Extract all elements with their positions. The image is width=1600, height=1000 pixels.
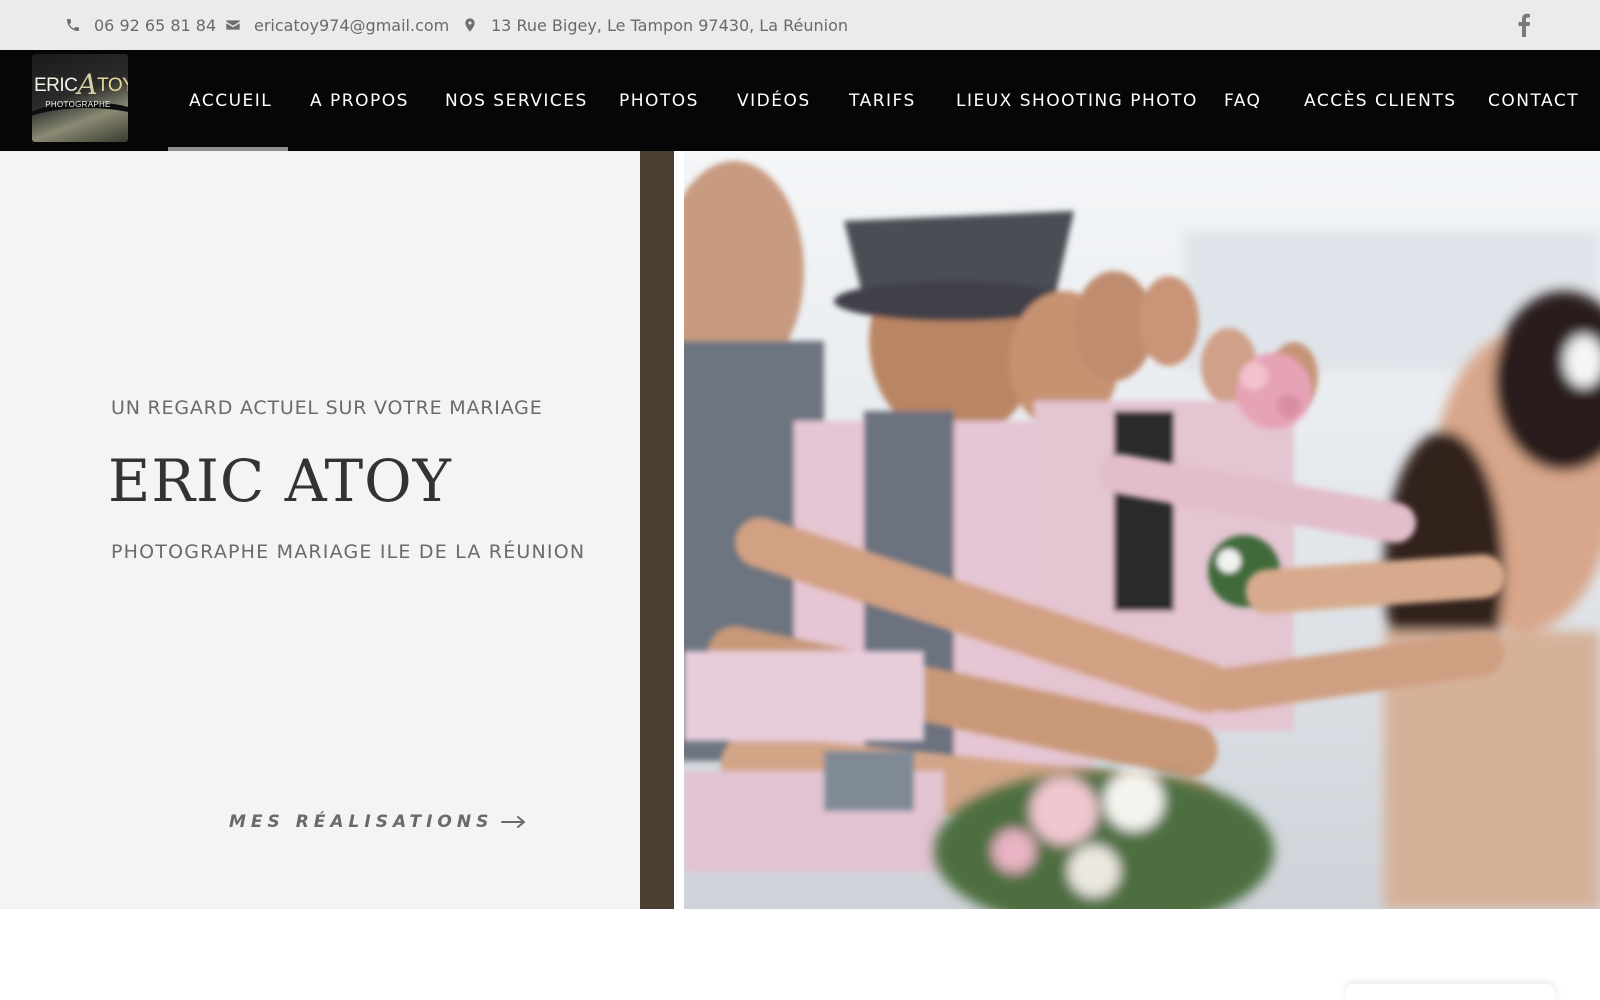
nav-item-contact[interactable]: CONTACT: [1488, 50, 1579, 151]
nav-item-faq[interactable]: FAQ: [1224, 50, 1261, 151]
envelope-icon: [224, 16, 242, 34]
wedding-photo-illustration: [684, 151, 1600, 909]
nav-item-photos[interactable]: PHOTOS: [619, 50, 699, 151]
hero-subtitle: PHOTOGRAPHE MARIAGE ILE DE LA RÉUNION: [111, 541, 586, 563]
nav-item-acces-clients[interactable]: ACCÈS CLIENTS: [1304, 50, 1457, 151]
nav-item-videos[interactable]: VIDÉOS: [737, 50, 811, 151]
email-contact[interactable]: ericatoy974@gmail.com: [224, 0, 449, 50]
logo-tagline: PHOTOGRAPHE: [45, 100, 111, 109]
hero-accent-bar: [640, 151, 674, 909]
logo-wordmark: ERICATOY: [34, 68, 128, 101]
cta-label: MES RÉALISATIONS: [229, 812, 494, 832]
phone-number: 06 92 65 81 84: [94, 15, 217, 35]
address-text: 13 Rue Bigey, Le Tampon 97430, La Réunio…: [491, 15, 848, 35]
phone-contact[interactable]: 06 92 65 81 84: [64, 0, 216, 50]
wedding-photo: [684, 151, 1600, 909]
email-address: ericatoy974@gmail.com: [254, 15, 450, 35]
hero-text-panel: [0, 151, 640, 909]
nav-item-accueil[interactable]: ACCUEIL: [189, 50, 272, 151]
nav-item-tarifs[interactable]: TARIFS: [849, 50, 916, 151]
site-logo[interactable]: ERICATOY PHOTOGRAPHE: [32, 54, 128, 142]
mes-realisations-link[interactable]: MES RÉALISATIONS: [229, 812, 527, 832]
top-info-bar: 06 92 65 81 84 ericatoy974@gmail.com 13 …: [0, 0, 1600, 50]
nav-item-lieux-shooting-photo[interactable]: LIEUX SHOOTING PHOTO: [956, 50, 1198, 151]
nav-item-nos-services[interactable]: NOS SERVICES: [445, 50, 588, 151]
hero-title: ERIC ATOY: [108, 447, 452, 515]
nav-item-a-propos[interactable]: A PROPOS: [310, 50, 409, 151]
facebook-icon[interactable]: [1512, 10, 1536, 40]
map-pin-icon: [461, 16, 479, 34]
address-contact[interactable]: 13 Rue Bigey, Le Tampon 97430, La Réunio…: [461, 0, 848, 50]
phone-icon: [64, 16, 82, 34]
hero-divider: [674, 151, 684, 909]
floating-widget[interactable]: [1345, 984, 1555, 1000]
arrow-right-icon: [501, 815, 527, 829]
hero-tagline: UN REGARD ACTUEL SUR VOTRE MARIAGE: [111, 397, 543, 419]
